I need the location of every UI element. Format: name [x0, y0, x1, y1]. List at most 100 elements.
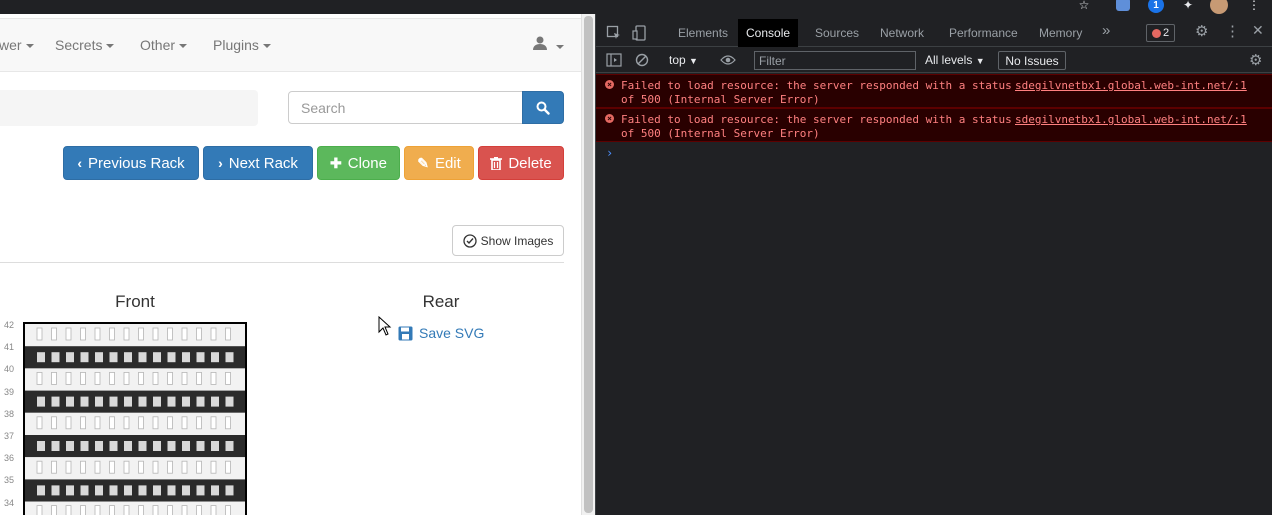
extensions-puzzle-icon[interactable]: ✦ [1180, 0, 1196, 13]
nav-item-plugins[interactable]: Plugins [213, 37, 271, 53]
device-toolbar-icon[interactable] [632, 25, 648, 41]
settings-gear-icon[interactable]: ⚙ [1195, 22, 1208, 40]
bookmark-star-icon[interactable]: ☆ [1076, 0, 1092, 13]
devtools-tabbar: Elements Console Sources Network Perform… [596, 19, 1272, 47]
nav-item-power[interactable]: wer [0, 37, 34, 53]
edit-button[interactable]: ✎ Edit [404, 146, 474, 180]
console-prompt[interactable]: › [606, 146, 613, 160]
console-filter-input[interactable] [754, 51, 916, 70]
trash-icon [490, 156, 503, 170]
caret-down-icon [179, 44, 188, 49]
nav-item-label: Plugins [213, 37, 259, 53]
chevron-right-icon: › [218, 155, 223, 171]
message-source-link[interactable]: sdegilvnetbx1.global.web-int.net/:1 [1015, 113, 1247, 126]
previous-rack-button[interactable]: ‹ Previous Rack [63, 146, 199, 180]
console-error-message: × Failed to load resource: the server re… [596, 108, 1272, 142]
rack-empty-slot[interactable] [25, 368, 245, 391]
message-text-continued: of 500 (Internal Server Error) [621, 93, 820, 106]
edit-label: Edit [434, 154, 461, 172]
rack-unit-number: 39 [3, 386, 14, 397]
error-icon: × [605, 114, 614, 123]
message-source-link[interactable]: sdegilvnetbx1.global.web-int.net/:1 [1015, 79, 1247, 92]
rack-device-panel[interactable] [25, 390, 245, 413]
user-menu[interactable] [532, 35, 564, 54]
clear-console-icon[interactable] [635, 53, 649, 67]
rack-front-svg [25, 324, 245, 515]
tab-sources[interactable]: Sources [807, 19, 867, 47]
mouse-cursor-icon [378, 316, 392, 336]
delete-button[interactable]: Delete [478, 146, 564, 180]
rack-device-panel[interactable] [25, 435, 245, 458]
save-svg-link[interactable]: Save SVG [398, 325, 484, 341]
clone-button[interactable]: ✚ Clone [317, 146, 400, 180]
web-page: wer Secrets Other Plugins ‹ Previous Rac… [0, 14, 581, 515]
next-rack-button[interactable]: › Next Rack [203, 146, 313, 180]
front-title: Front [115, 292, 155, 311]
inspect-element-icon[interactable] [606, 25, 622, 41]
sidebar-toggle-icon[interactable] [606, 53, 622, 67]
breadcrumb-bar [0, 90, 258, 126]
caret-down-icon [262, 44, 271, 49]
search-input[interactable] [288, 91, 523, 124]
rack-unit-number: 35 [3, 475, 14, 486]
log-levels-label: All levels [925, 53, 973, 67]
devtools-panel: Elements Console Sources Network Perform… [595, 14, 1272, 515]
message-text-continued: of 500 (Internal Server Error) [621, 127, 820, 140]
context-label: top [669, 53, 686, 67]
rack-empty-slot[interactable] [25, 501, 245, 515]
error-icon: × [605, 80, 614, 89]
nav-item-label: Secrets [55, 37, 103, 53]
profile-avatar[interactable] [1210, 0, 1228, 14]
tab-memory[interactable]: Memory [1031, 19, 1090, 47]
password-manager-extension-icon[interactable]: 1 [1148, 0, 1164, 13]
tab-elements[interactable]: Elements [670, 19, 736, 47]
floppy-disk-icon [398, 326, 413, 340]
rack-device-panel[interactable] [25, 346, 245, 369]
console-settings-gear-icon[interactable]: ⚙ [1249, 51, 1262, 69]
rack-front-elevation[interactable] [23, 322, 247, 515]
tab-network[interactable]: Network [872, 19, 932, 47]
rack-empty-slot[interactable] [25, 412, 245, 435]
plus-icon: ✚ [330, 154, 342, 171]
user-icon [533, 36, 547, 50]
issues-button[interactable]: No Issues [998, 51, 1066, 70]
rack-unit-number: 42 [3, 320, 14, 330]
rack-device-panel[interactable] [25, 479, 245, 502]
close-devtools-icon[interactable]: ✕ [1252, 22, 1264, 39]
rack-empty-slot[interactable] [25, 324, 245, 347]
context-selector[interactable]: top ▼ [669, 53, 698, 67]
nav-item-label: wer [0, 37, 22, 53]
rack-unit-number: 34 [3, 497, 14, 508]
eye-icon[interactable] [720, 54, 736, 66]
previous-rack-label: Previous Rack [87, 154, 185, 172]
tab-console[interactable]: Console [738, 19, 799, 47]
caret-down-icon [25, 44, 34, 49]
show-images-button[interactable]: Show Images [452, 225, 564, 256]
rack-empty-slot[interactable] [25, 457, 245, 480]
devtools-menu-icon[interactable]: ⋮ [1225, 22, 1240, 40]
browser-menu-icon[interactable]: ⋮ [1246, 0, 1262, 13]
rear-title: Rear [422, 292, 460, 311]
rack-unit-number: 37 [3, 431, 14, 441]
more-tabs-icon[interactable]: » [1102, 22, 1110, 39]
caret-down-icon [106, 44, 115, 49]
nav-item-other[interactable]: Other [140, 37, 188, 53]
rack-unit-number: 38 [3, 408, 14, 419]
navbar: wer Secrets Other Plugins [0, 18, 581, 72]
browser-toolbar: ☆ 1 ✦ ⋮ [0, 0, 1272, 14]
clone-label: Clone [347, 154, 387, 172]
log-levels-dropdown[interactable]: All levels ▼ [925, 53, 985, 67]
search-button[interactable] [522, 91, 564, 124]
error-count: 2 [1162, 27, 1170, 39]
nav-item-secrets[interactable]: Secrets [55, 37, 115, 53]
page-scrollbar[interactable] [581, 14, 595, 515]
divider [0, 262, 564, 263]
error-count-badge[interactable]: 2 [1146, 24, 1175, 42]
nav-item-label: Other [140, 37, 176, 53]
console-toolbar: top ▼ All levels ▼ No Issues ⚙ [596, 48, 1272, 73]
tab-performance[interactable]: Performance [941, 19, 1026, 47]
pocket-extension-icon[interactable] [1116, 0, 1130, 11]
caret-down-icon [555, 45, 564, 50]
scrollbar-thumb[interactable] [584, 16, 593, 513]
next-rack-label: Next Rack [228, 154, 298, 172]
